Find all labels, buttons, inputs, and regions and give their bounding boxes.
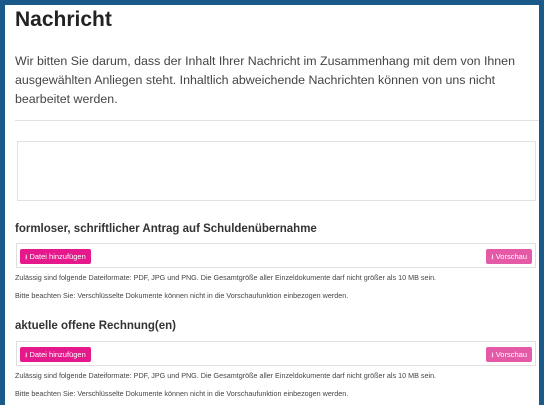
- message-textarea[interactable]: [17, 141, 536, 201]
- add-file-label: Datei hinzufügen: [29, 350, 86, 359]
- hint-encrypted: Bitte beachten Sie: Verschlüsselte Dokum…: [15, 291, 349, 300]
- upload-row-antrag: ⭳ Datei hinzufügen ⭳ Vorschau: [16, 243, 536, 268]
- add-file-button[interactable]: ⭳ Datei hinzufügen: [20, 347, 91, 362]
- preview-label: Vorschau: [495, 350, 527, 359]
- preview-button[interactable]: ⭳ Vorschau: [486, 347, 532, 362]
- hint-formats: Zulässig sind folgende Dateiformate: PDF…: [15, 371, 437, 380]
- preview-label: Vorschau: [495, 252, 527, 261]
- upload-icon: ⭳: [491, 254, 494, 261]
- hint-formats: Zulässig sind folgende Dateiformate: PDF…: [15, 273, 437, 282]
- upload-heading-rechnung: aktuelle offene Rechnung(en): [15, 320, 177, 332]
- content-panel: Nachricht Wir bitten Sie darum, dass der…: [5, 5, 539, 405]
- upload-icon: ⭳: [491, 352, 494, 359]
- preview-button[interactable]: ⭳ Vorschau: [486, 249, 532, 264]
- divider: [15, 120, 539, 121]
- upload-row-rechnung: ⭳ Datei hinzufügen ⭳ Vorschau: [16, 341, 536, 366]
- add-file-label: Datei hinzufügen: [29, 252, 86, 261]
- add-file-button[interactable]: ⭳ Datei hinzufügen: [20, 249, 91, 264]
- hint-encrypted: Bitte beachten Sie: Verschlüsselte Dokum…: [15, 389, 349, 398]
- intro-text: Wir bitten Sie darum, dass der Inhalt Ih…: [15, 54, 515, 106]
- upload-icon: ⭳: [25, 352, 28, 359]
- upload-icon: ⭳: [25, 254, 28, 261]
- upload-heading-antrag: formloser, schriftlicher Antrag auf Schu…: [15, 223, 317, 235]
- page-title: Nachricht: [15, 8, 112, 31]
